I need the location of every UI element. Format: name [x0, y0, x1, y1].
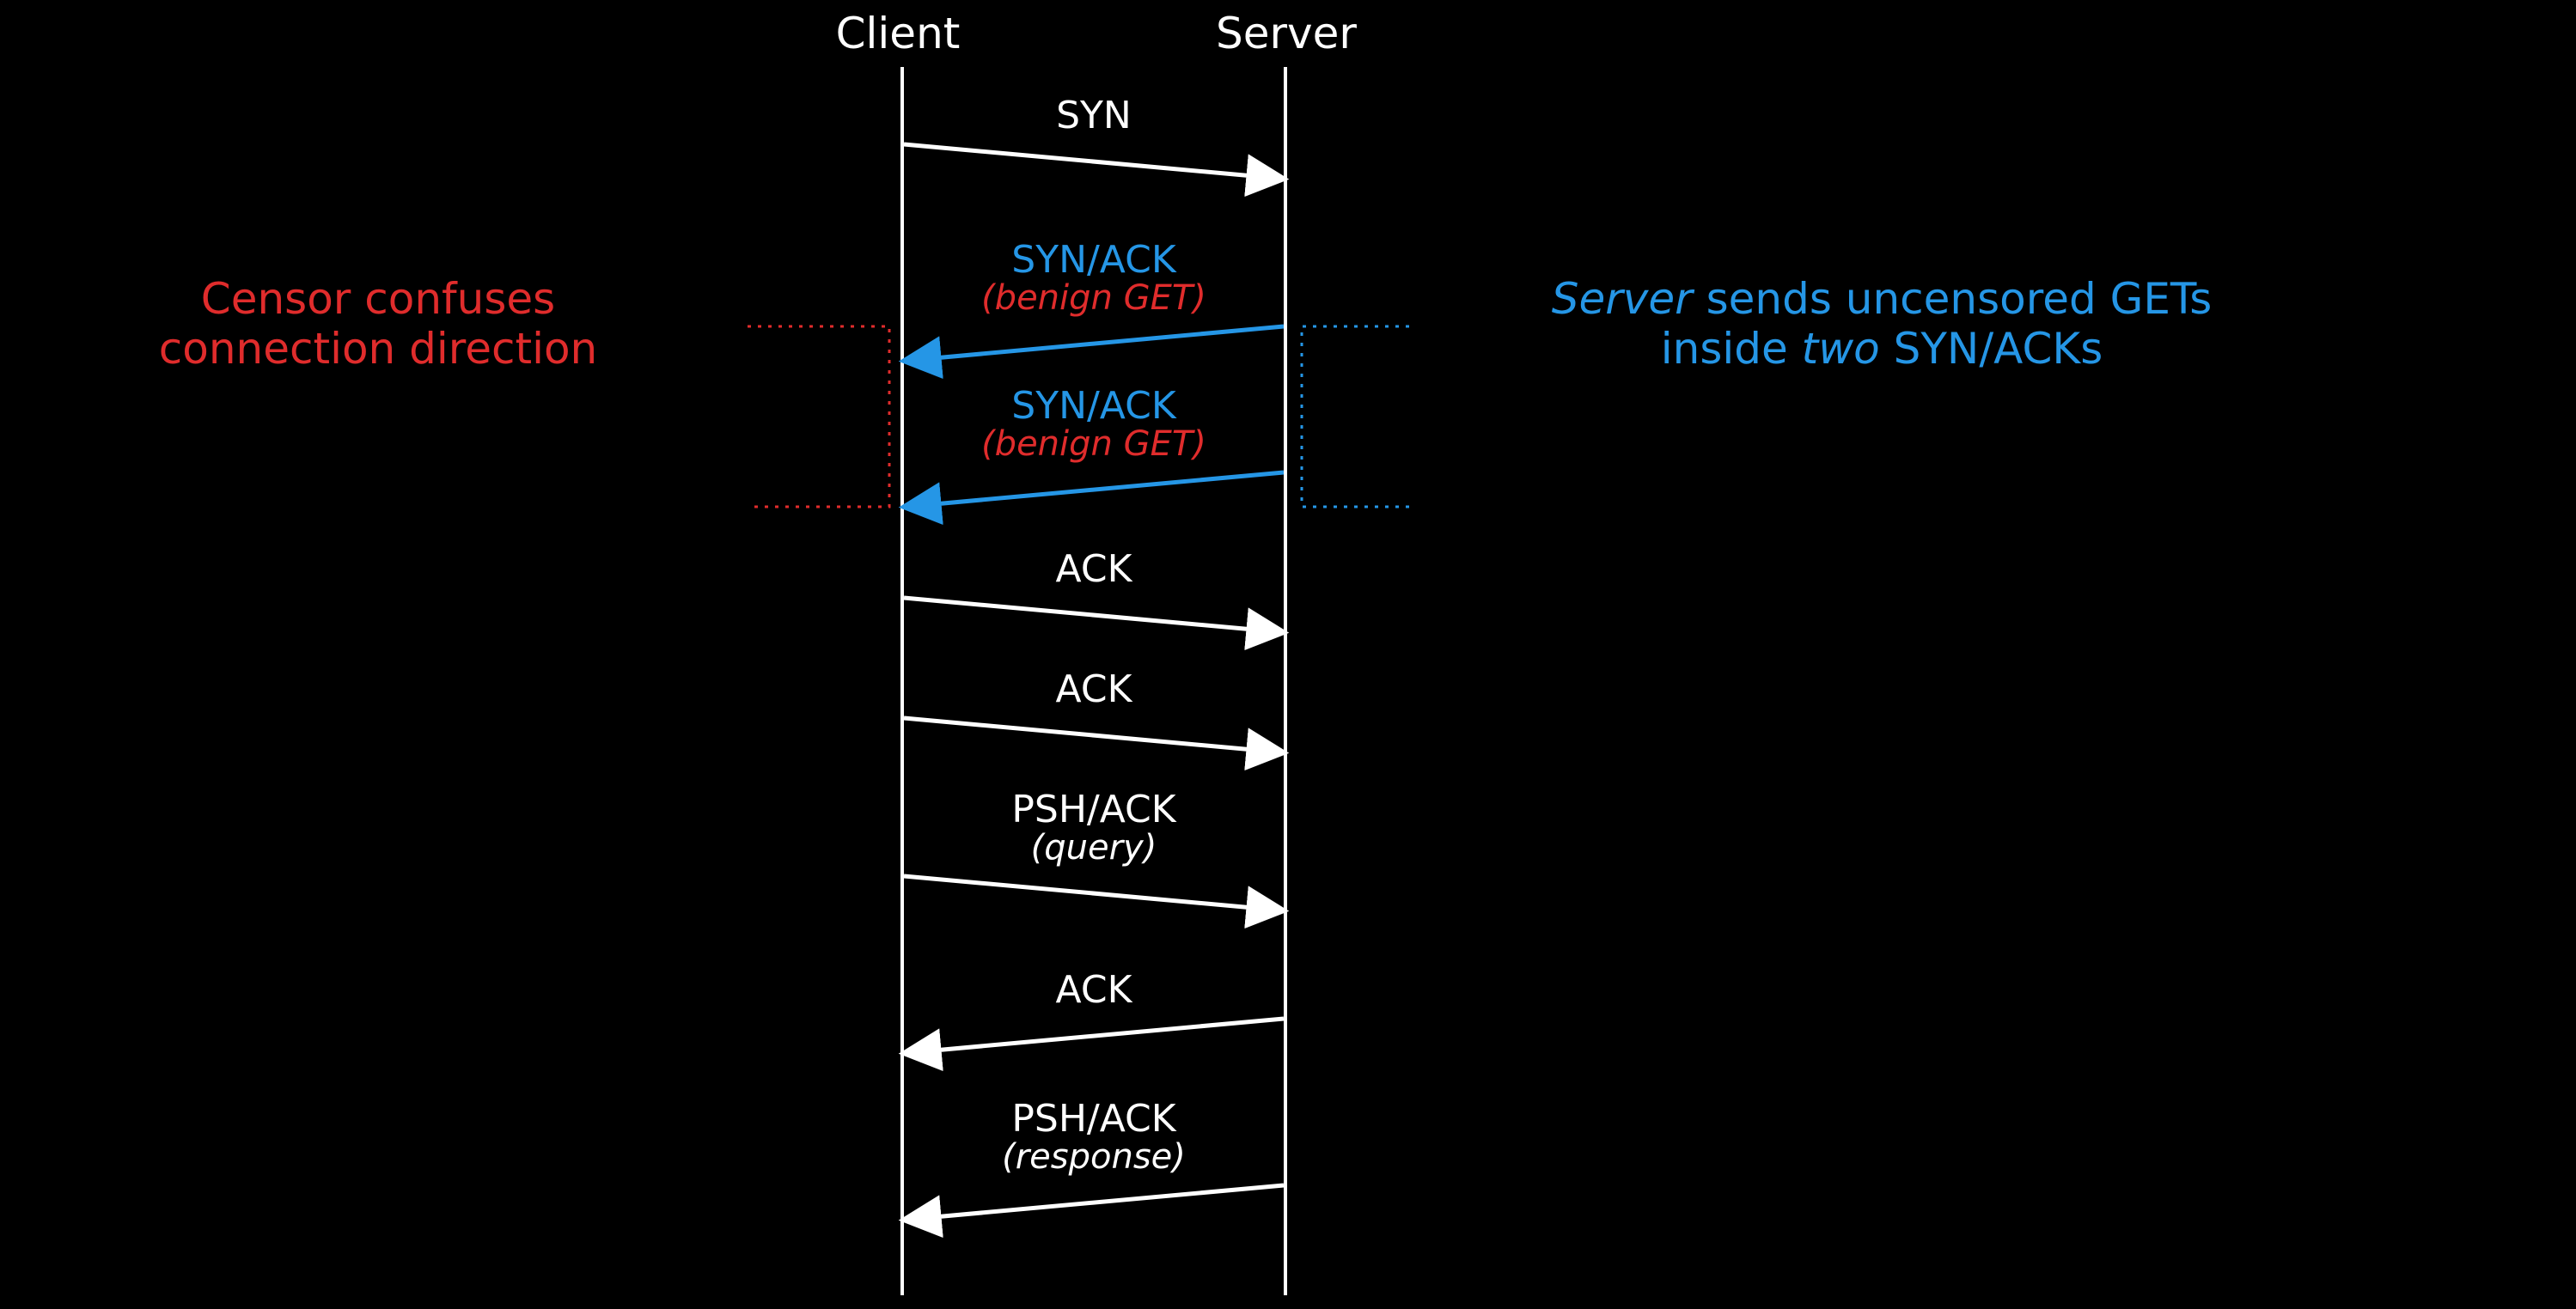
msg-ack3-label: ACK	[904, 971, 1284, 1010]
arrow-ack3	[906, 1019, 1284, 1053]
annotation-server-line2a: inside	[1661, 324, 1802, 374]
msg-synack1-block: SYN/ACK (benign GET)	[904, 240, 1284, 316]
msg-synack1-label: SYN/ACK	[904, 240, 1284, 280]
server-label: Server	[1216, 9, 1353, 58]
msg-ack2-label: ACK	[904, 670, 1284, 709]
arrow-syn	[904, 144, 1282, 179]
msg-synack1-sub: (benign GET)	[904, 280, 1284, 316]
msg-pshack-resp-block: PSH/ACK (response)	[904, 1099, 1284, 1175]
annotation-server-line2b: two	[1802, 324, 1880, 374]
msg-pshack-query-block: PSH/ACK (query)	[904, 790, 1284, 866]
diagram-overlay	[0, 0, 2576, 1309]
annotation-server-sends: Server sends uncensored GETs inside two …	[1409, 275, 2354, 374]
msg-syn-label: SYN	[904, 96, 1284, 136]
arrow-ack1	[904, 598, 1282, 632]
annotation-server-line2c: SYN/ACKs	[1880, 324, 2103, 374]
arrow-ack2	[904, 718, 1282, 752]
bracket-blue	[1302, 326, 1409, 507]
annotation-server-rest1: sends uncensored GETs	[1693, 274, 2213, 324]
msg-pshack-resp-sub: (response)	[904, 1139, 1284, 1175]
msg-pshack-query-label: PSH/ACK	[904, 790, 1284, 830]
annotation-censor-confuses: Censor confuses connection direction	[34, 275, 722, 374]
annotation-censor-line2: connection direction	[34, 325, 722, 374]
annotation-server-line1: Server sends uncensored GETs	[1409, 275, 2354, 325]
arrow-synack1	[906, 326, 1284, 361]
bracket-red	[748, 326, 889, 507]
annotation-server-line2: inside two SYN/ACKs	[1409, 325, 2354, 374]
arrow-pshack-resp	[906, 1185, 1284, 1220]
msg-synack2-block: SYN/ACK (benign GET)	[904, 387, 1284, 462]
arrow-synack2	[906, 472, 1284, 507]
msg-ack1-label: ACK	[904, 550, 1284, 589]
msg-pshack-resp-label: PSH/ACK	[904, 1099, 1284, 1139]
annotation-server-word1: Server	[1552, 274, 1693, 324]
msg-pshack-query-sub: (query)	[904, 830, 1284, 866]
server-lifeline	[1284, 67, 1287, 1295]
arrow-pshack-query	[904, 876, 1282, 910]
msg-synack2-sub: (benign GET)	[904, 426, 1284, 462]
client-label: Client	[829, 9, 967, 58]
annotation-censor-line1: Censor confuses	[34, 275, 722, 325]
msg-synack2-label: SYN/ACK	[904, 387, 1284, 426]
